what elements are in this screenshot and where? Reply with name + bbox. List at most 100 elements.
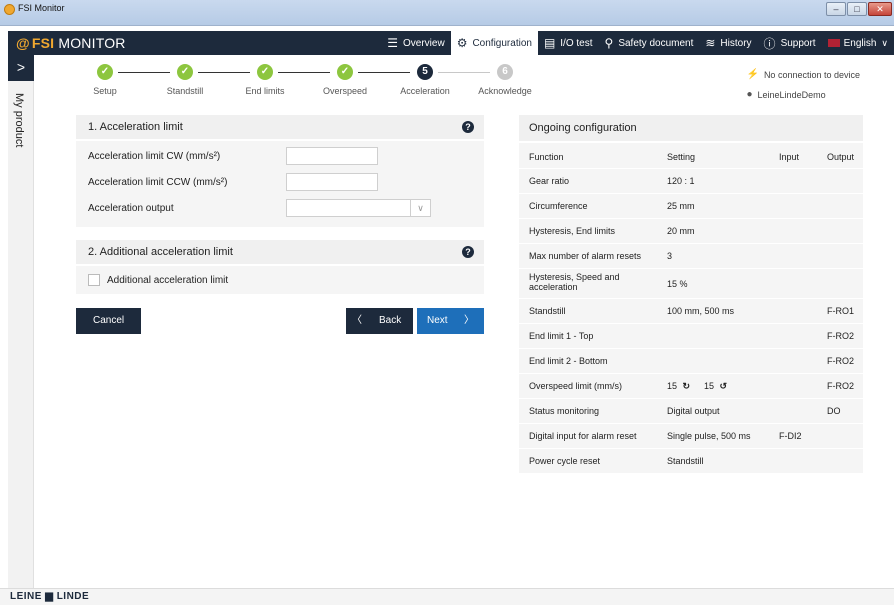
- table-row: Status monitoring Digital output DO: [519, 399, 863, 424]
- step-end-limits[interactable]: ✓ End limits: [235, 64, 295, 96]
- accel-ccw-input[interactable]: [286, 173, 378, 191]
- sidebar-label-my-product[interactable]: My product: [13, 93, 25, 147]
- col-output: Output: [827, 152, 855, 162]
- chevron-right-icon: 〉: [464, 315, 474, 326]
- step-overspeed[interactable]: ✓ Overspeed: [315, 64, 375, 96]
- cancel-button[interactable]: Cancel: [76, 308, 141, 334]
- table-row: Standstill 100 mm, 500 ms F-RO1: [519, 299, 863, 324]
- step-label: Overspeed: [322, 86, 368, 96]
- section-title: 1. Acceleration limit: [88, 121, 183, 133]
- cell-input: F-DI2: [779, 431, 802, 441]
- cell-setting: 3: [667, 251, 673, 261]
- cell-setting: Single pulse, 500 ms: [667, 431, 751, 441]
- cell-function: Standstill: [529, 306, 566, 316]
- cell-setting: 25 mm: [667, 201, 695, 211]
- accel-output-label: Acceleration output: [88, 203, 174, 214]
- step-acknowledge[interactable]: 6 Acknowledge: [475, 64, 535, 96]
- step-check-icon: ✓: [337, 64, 353, 80]
- connection-row: ⚡ No connection to device: [746, 69, 860, 80]
- cell-function: Circumference: [529, 201, 588, 211]
- next-button[interactable]: Next 〉: [417, 308, 484, 334]
- nav-configuration-label: Configuration: [472, 37, 532, 49]
- step-standstill[interactable]: ✓ Standstill: [155, 64, 215, 96]
- additional-limit-label[interactable]: Additional acceleration limit: [107, 275, 228, 286]
- section-title: 2. Additional acceleration limit: [88, 246, 233, 258]
- step-check-icon: ✓: [257, 64, 273, 80]
- cell-function: Digital input for alarm reset: [529, 431, 637, 441]
- cell-function: Hysteresis, End limits: [529, 226, 616, 236]
- cell-setting: 20 mm: [667, 226, 695, 236]
- cell-function: End limit 1 - Top: [529, 331, 594, 341]
- nav-overview-label: Overview: [403, 37, 445, 49]
- cell-function: Status monitoring: [529, 406, 600, 416]
- cell-setting-ccw: 15 ↺: [704, 381, 727, 392]
- step-setup[interactable]: ✓ Setup: [75, 64, 135, 96]
- step-check-icon: ✓: [97, 64, 113, 80]
- cell-function: Power cycle reset: [529, 456, 601, 466]
- ongoing-config-header: Ongoing configuration: [519, 115, 863, 141]
- sidebar-toggle-button[interactable]: >: [8, 55, 34, 81]
- ongoing-config-table: Function Setting Input Output Gear ratio…: [519, 143, 863, 474]
- step-number-badge: 6: [497, 64, 513, 80]
- overspeed-ccw-value: 15: [704, 381, 715, 391]
- status-footer: LEINE ▆ LINDE: [0, 588, 894, 605]
- cell-setting: 120 : 1: [667, 176, 695, 186]
- nav-io-test[interactable]: ▤ I/O test: [538, 31, 599, 55]
- nav-support-label: Support: [780, 37, 816, 49]
- step-label: End limits: [245, 86, 285, 96]
- step-label: Setup: [93, 86, 117, 96]
- step-number-badge: 5: [417, 64, 433, 80]
- cell-function: Hysteresis, Speed and acceleration: [529, 272, 620, 292]
- logo-fsi: FSI: [31, 35, 55, 51]
- language-selector[interactable]: English ∨: [822, 31, 894, 55]
- nav-io-test-label: I/O test: [560, 37, 593, 49]
- chevron-down-icon: ∨: [410, 200, 430, 216]
- accel-cw-label: Acceleration limit CW (mm/s²): [88, 151, 221, 162]
- back-button[interactable]: 〈 Back: [346, 308, 413, 334]
- cell-setting-cw: 15 ↻: [667, 381, 690, 392]
- window-title: FSI Monitor: [18, 3, 65, 13]
- cancel-button-label: Cancel: [93, 315, 125, 326]
- table-row: End limit 2 - Bottom F-RO2: [519, 349, 863, 374]
- wizard-stepper: ✓ Setup ✓ Standstill ✓ End limits ✓ Over…: [80, 64, 550, 104]
- nav-history[interactable]: ≋ History: [699, 31, 757, 55]
- help-circle-icon: ⓘ: [763, 36, 776, 51]
- ongoing-config-title: Ongoing configuration: [529, 122, 637, 134]
- table-row: Digital input for alarm reset Single pul…: [519, 424, 863, 449]
- connection-status: ⚡ No connection to device ● LeineLindeDe…: [746, 69, 860, 109]
- accel-cw-input[interactable]: [286, 147, 378, 165]
- chevron-down-icon: ∨: [881, 37, 888, 48]
- minimize-button[interactable]: –: [826, 2, 846, 16]
- overspeed-cw-value: 15: [667, 381, 678, 391]
- plug-icon: ⚡: [746, 69, 759, 80]
- nav-overview[interactable]: ☰ Overview: [381, 31, 450, 55]
- user-name: LeineLindeDemo: [757, 89, 826, 100]
- table-row: Hysteresis, End limits 20 mm: [519, 219, 863, 244]
- table-row: End limit 1 - Top F-RO2: [519, 324, 863, 349]
- step-check-icon: ✓: [177, 64, 193, 80]
- nav-configuration[interactable]: ⚙ Configuration: [450, 31, 538, 55]
- magnifier-icon: ⚲: [604, 36, 614, 50]
- section-acceleration-limit-header: 1. Acceleration limit ?: [76, 115, 484, 139]
- step-acceleration[interactable]: 5 Acceleration: [395, 64, 455, 96]
- table-row: Hysteresis, Speed and acceleration 15 %: [519, 269, 863, 299]
- additional-limit-checkbox[interactable]: [88, 274, 100, 286]
- table-row: Gear ratio 120 : 1: [519, 169, 863, 194]
- nav-safety-document-label: Safety document: [618, 37, 694, 49]
- section-acceleration-limit-body: Acceleration limit CW (mm/s²) Accelerati…: [76, 141, 484, 227]
- nav-safety-document[interactable]: ⚲ Safety document: [599, 31, 700, 55]
- clipboard-icon: ▤: [543, 36, 556, 50]
- cell-output: F-RO2: [827, 381, 854, 391]
- close-button[interactable]: ✕: [868, 2, 892, 16]
- accel-output-select[interactable]: ∨: [286, 199, 431, 217]
- layers-icon: ≋: [705, 36, 716, 50]
- maximize-button[interactable]: □: [847, 2, 867, 16]
- section-additional-limit-body: Additional acceleration limit: [76, 266, 484, 294]
- checklist-icon: ☰: [387, 36, 398, 50]
- rotate-cw-icon: ↻: [682, 381, 691, 391]
- language-label: English: [843, 37, 877, 49]
- cell-output: F-RO1: [827, 306, 854, 316]
- nav-support[interactable]: ⓘ Support: [758, 31, 822, 55]
- help-icon[interactable]: ?: [462, 121, 474, 133]
- help-icon[interactable]: ?: [462, 246, 474, 258]
